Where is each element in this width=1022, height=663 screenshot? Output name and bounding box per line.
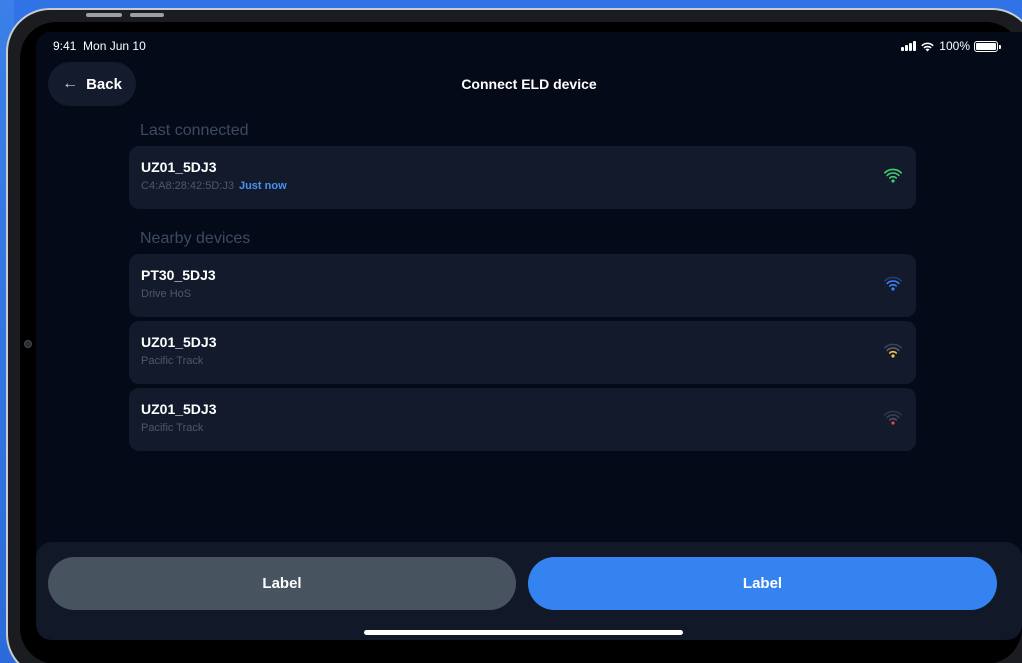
battery-percent: 100%: [939, 39, 970, 53]
device-name: PT30_5DJ3: [141, 267, 216, 283]
device-card-last-connected[interactable]: UZ01_5DJ3 C4:A8:28:42:5D:J3 Just now: [129, 146, 916, 209]
secondary-button[interactable]: Label: [48, 557, 516, 610]
home-indicator[interactable]: [364, 630, 683, 635]
device-card-nearby[interactable]: UZ01_5DJ3 Pacific Track: [129, 388, 916, 451]
volume-button: [130, 13, 164, 17]
status-right: 100%: [901, 39, 1001, 53]
primary-button[interactable]: Label: [528, 557, 997, 610]
device-name: UZ01_5DJ3: [141, 401, 217, 417]
device-name: UZ01_5DJ3: [141, 159, 217, 175]
status-left: 9:41 Mon Jun 10: [53, 39, 146, 53]
device-card-nearby[interactable]: PT30_5DJ3 Drive HoS: [129, 254, 916, 317]
device-provider: Drive HoS: [141, 288, 192, 300]
section-title-last-connected: Last connected: [140, 122, 249, 139]
volume-button: [86, 13, 122, 17]
wifi-signal-icon: [884, 343, 902, 358]
battery-icon: [974, 40, 1001, 52]
device-card-nearby[interactable]: UZ01_5DJ3 Pacific Track: [129, 321, 916, 384]
device-mac: C4:A8:28:42:5D:J3: [141, 180, 234, 192]
cellular-signal-icon: [901, 41, 917, 51]
device-subtitle: C4:A8:28:42:5D:J3 Just now: [141, 180, 904, 192]
camera-icon: [24, 340, 32, 348]
page-title: Connect ELD device: [461, 76, 597, 92]
bottom-action-panel: Label Label: [36, 542, 1022, 640]
status-time: 9:41: [53, 39, 77, 53]
wifi-signal-icon: [884, 276, 902, 291]
screen: 9:41 Mon Jun 10 100% ← Back Connect ELD …: [36, 32, 1022, 640]
device-provider: Pacific Track: [141, 422, 204, 434]
status-date: Mon Jun 10: [83, 39, 146, 53]
device-provider: Pacific Track: [141, 355, 204, 367]
section-title-nearby: Nearby devices: [140, 230, 251, 247]
wifi-signal-icon: [884, 410, 902, 425]
device-last-seen: Just now: [238, 180, 287, 192]
wifi-status-icon: [921, 42, 935, 52]
status-bar: 9:41 Mon Jun 10 100%: [53, 39, 1001, 53]
device-name: UZ01_5DJ3: [141, 334, 217, 350]
wifi-signal-icon: [884, 168, 902, 183]
